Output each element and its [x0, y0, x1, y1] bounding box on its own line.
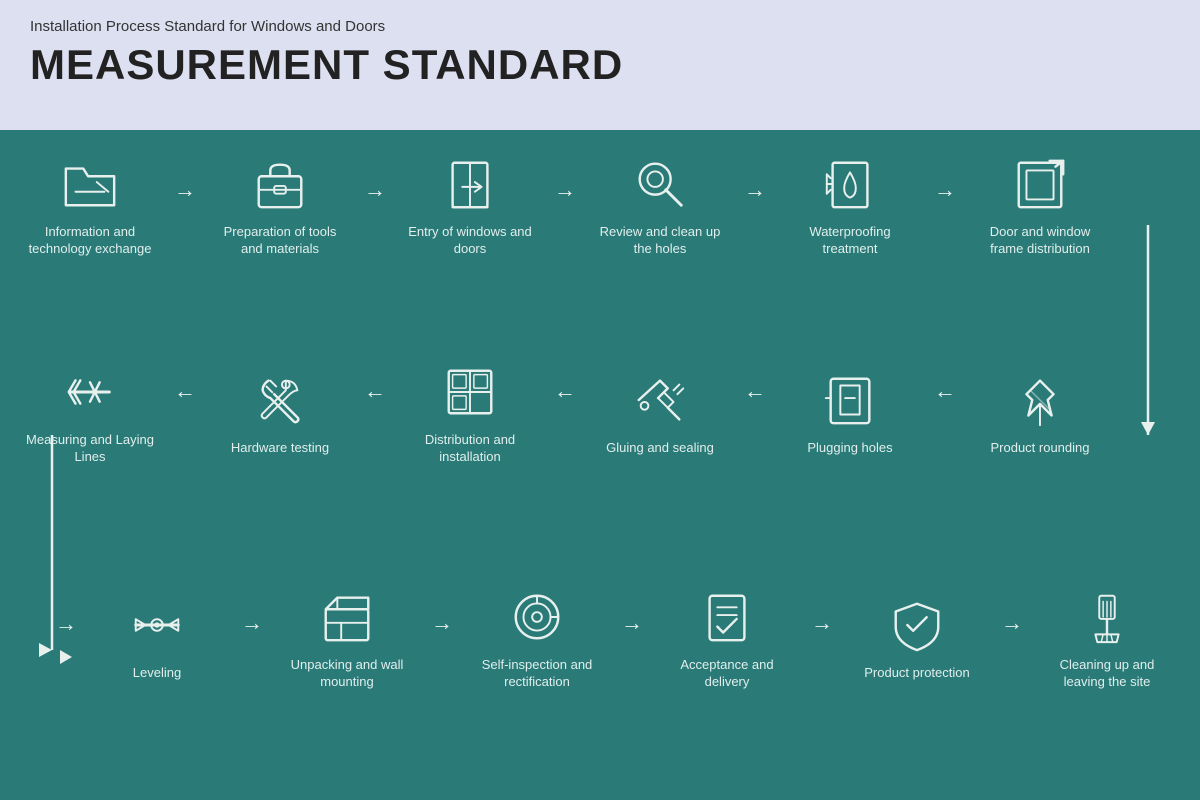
arrow-left-3: → — [554, 385, 576, 411]
step-label: Plugging holes — [807, 440, 892, 457]
shield-icon — [885, 593, 949, 657]
step-cleanup: Cleaning up and leaving the site — [1027, 585, 1187, 691]
step-label: Acceptance and delivery — [662, 657, 792, 691]
process-row-3: → Leveling → — [55, 585, 1187, 691]
arrow-5: → — [934, 177, 956, 203]
process-row-2: Measuring and Laying Lines → Hardware te… — [10, 360, 1120, 466]
step-distribution: Distribution and installation — [390, 360, 550, 466]
step-protection: Product protection — [837, 593, 997, 682]
main-content: Information and technology exchange → Pr… — [0, 130, 1200, 800]
arrow-r3-4: → — [811, 610, 833, 636]
step-hardware: Hardware testing — [200, 368, 360, 457]
step-label: Preparation of tools and materials — [215, 224, 345, 258]
step-label: Information and technology exchange — [25, 224, 155, 258]
plug-hole-icon — [818, 368, 882, 432]
process-row-1: Information and technology exchange → Pr… — [10, 152, 1120, 258]
glue-icon — [628, 368, 692, 432]
level-icon — [125, 593, 189, 657]
step-measuring: Measuring and Laying Lines — [10, 360, 170, 466]
step-tools-prep: Preparation of tools and materials — [200, 152, 360, 258]
arrow-left-4: → — [744, 385, 766, 411]
measure-icon — [58, 360, 122, 424]
step-entry-windows: Entry of windows and doors — [390, 152, 550, 258]
folder-icon — [58, 152, 122, 216]
step-label: Review and clean up the holes — [595, 224, 725, 258]
step-label: Leveling — [133, 665, 181, 682]
arrow-2: → — [364, 177, 386, 203]
unpack-icon — [315, 585, 379, 649]
step-label: Door and window frame distribution — [975, 224, 1105, 258]
step-leveling: Leveling — [77, 593, 237, 682]
step-label: Product protection — [864, 665, 970, 682]
arrow-3: → — [554, 177, 576, 203]
header-title: MEASUREMENT STANDARD — [30, 41, 1170, 89]
step-label: Measuring and Laying Lines — [25, 432, 155, 466]
step-plugging: Plugging holes — [770, 368, 930, 457]
step-rounding: Product rounding — [960, 368, 1120, 457]
door-enter-icon — [438, 152, 502, 216]
step-review-holes: Review and clean up the holes — [580, 152, 740, 258]
magnify-icon — [628, 152, 692, 216]
step-label: Product rounding — [990, 440, 1089, 457]
step-gluing: Gluing and sealing — [580, 368, 740, 457]
arrow-left-5: → — [934, 385, 956, 411]
step-label: Waterproofing treatment — [785, 224, 915, 258]
step-info-exchange: Information and technology exchange — [10, 152, 170, 258]
arrow-r3-1: → — [241, 610, 263, 636]
waterproof-icon — [818, 152, 882, 216]
arrow-left-1: → — [174, 385, 196, 411]
step-label: Entry of windows and doors — [405, 224, 535, 258]
arrow-r3-5: → — [1001, 610, 1023, 636]
arrow-1: → — [174, 177, 196, 203]
step-waterproofing: Waterproofing treatment — [770, 152, 930, 258]
step-unpacking: Unpacking and wall mounting — [267, 585, 427, 691]
step-label: Unpacking and wall mounting — [282, 657, 412, 691]
toolbox-icon — [248, 152, 312, 216]
step-self-inspect: Self-inspection and rectification — [457, 585, 617, 691]
header-subtitle: Installation Process Standard for Window… — [30, 18, 1170, 35]
step-acceptance: Acceptance and delivery — [647, 585, 807, 691]
pin-icon — [1008, 368, 1072, 432]
header: Installation Process Standard for Window… — [0, 0, 1200, 130]
self-inspect-icon — [505, 585, 569, 649]
accept-icon — [695, 585, 759, 649]
step-label: Self-inspection and rectification — [472, 657, 602, 691]
step-label: Distribution and installation — [405, 432, 535, 466]
step-label: Hardware testing — [231, 440, 329, 457]
cleanup-icon — [1075, 585, 1139, 649]
wrench-icon — [248, 368, 312, 432]
grid-install-icon — [438, 360, 502, 424]
step-label: Cleaning up and leaving the site — [1042, 657, 1172, 691]
arrow-left-2: → — [364, 385, 386, 411]
arrow-r3-2: → — [431, 610, 453, 636]
frame-out-icon — [1008, 152, 1072, 216]
step-label: Gluing and sealing — [606, 440, 714, 457]
arrow-r3-3: → — [621, 610, 643, 636]
arrow-4: → — [744, 177, 766, 203]
step-frame-dist: Door and window frame distribution — [960, 152, 1120, 258]
